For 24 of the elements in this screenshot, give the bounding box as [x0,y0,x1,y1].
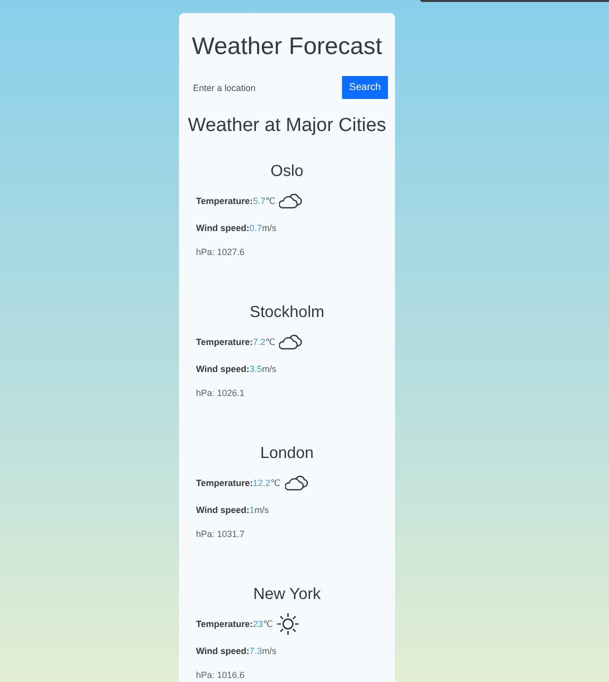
pressure-reading: hPa: 1031.7 [196,528,245,540]
sun-icon [276,613,299,635]
cloud-icon [284,475,308,491]
cloud-icon [279,193,302,209]
temperature-reading: Temperature:23℃ [196,618,273,630]
temperature-reading: Temperature:5.7℃ [196,195,276,207]
cloud-icon [279,334,302,350]
wind-speed-reading: Wind speed:7.3m/s [196,645,276,657]
location-input[interactable]: Enter a location [187,76,342,99]
city-name: Stockholm [250,303,324,323]
wind-speed-reading: Wind speed:0.7m/s [196,222,276,234]
wind-speed-reading: Wind speed:1m/s [196,504,269,516]
section-title: Weather at Major Cities [188,114,386,138]
pressure-reading: hPa: 1016.6 [196,669,245,681]
temperature-reading: Temperature:12.2℃ [196,477,280,489]
page-title: Weather Forecast [192,32,382,62]
wind-speed-reading: Wind speed:3.5m/s [196,363,276,375]
search-button[interactable]: Search [342,76,388,99]
temperature-reading: Temperature:7.2℃ [196,336,276,348]
pressure-reading: hPa: 1027.6 [196,246,245,258]
pressure-reading: hPa: 1026.1 [196,387,245,399]
city-name: New York [253,585,321,605]
city-name: Oslo [270,162,304,182]
city-name: London [260,444,314,464]
